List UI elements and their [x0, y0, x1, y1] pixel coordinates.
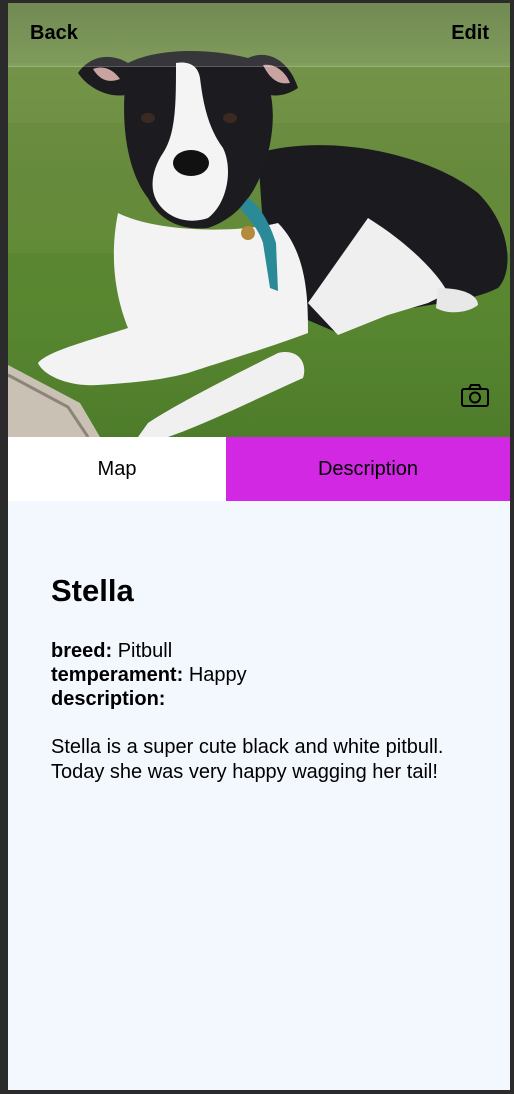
- breed-row: breed: Pitbull: [51, 639, 471, 663]
- app-screen: Back Edit Map Description Stella breed: …: [8, 3, 510, 1090]
- edit-button[interactable]: Edit: [451, 22, 489, 45]
- breed-label: breed:: [51, 640, 113, 662]
- back-button[interactable]: Back: [30, 22, 78, 45]
- tab-map[interactable]: Map: [8, 437, 226, 501]
- tab-bar: Map Description: [8, 437, 510, 501]
- top-bar: Back Edit: [8, 3, 510, 67]
- pet-name: Stella: [51, 573, 134, 608]
- dog-photo-illustration: [8, 51, 510, 437]
- description-text: Stella is a super cute black and white p…: [51, 736, 444, 783]
- description-row: description:: [51, 687, 471, 711]
- description-label: description:: [51, 688, 166, 710]
- camera-icon[interactable]: [460, 383, 490, 409]
- pet-photo: Back Edit: [8, 3, 510, 437]
- temperament-value: Happy: [188, 664, 247, 686]
- camera-icon-glyph: [461, 384, 489, 407]
- breed-value: Pitbull: [117, 640, 173, 662]
- tab-description[interactable]: Description: [226, 437, 510, 501]
- temperament-row: temperament: Happy: [51, 663, 471, 687]
- description-panel: Stella breed: Pitbull temperament: Happy…: [51, 573, 471, 785]
- temperament-label: temperament:: [51, 664, 184, 686]
